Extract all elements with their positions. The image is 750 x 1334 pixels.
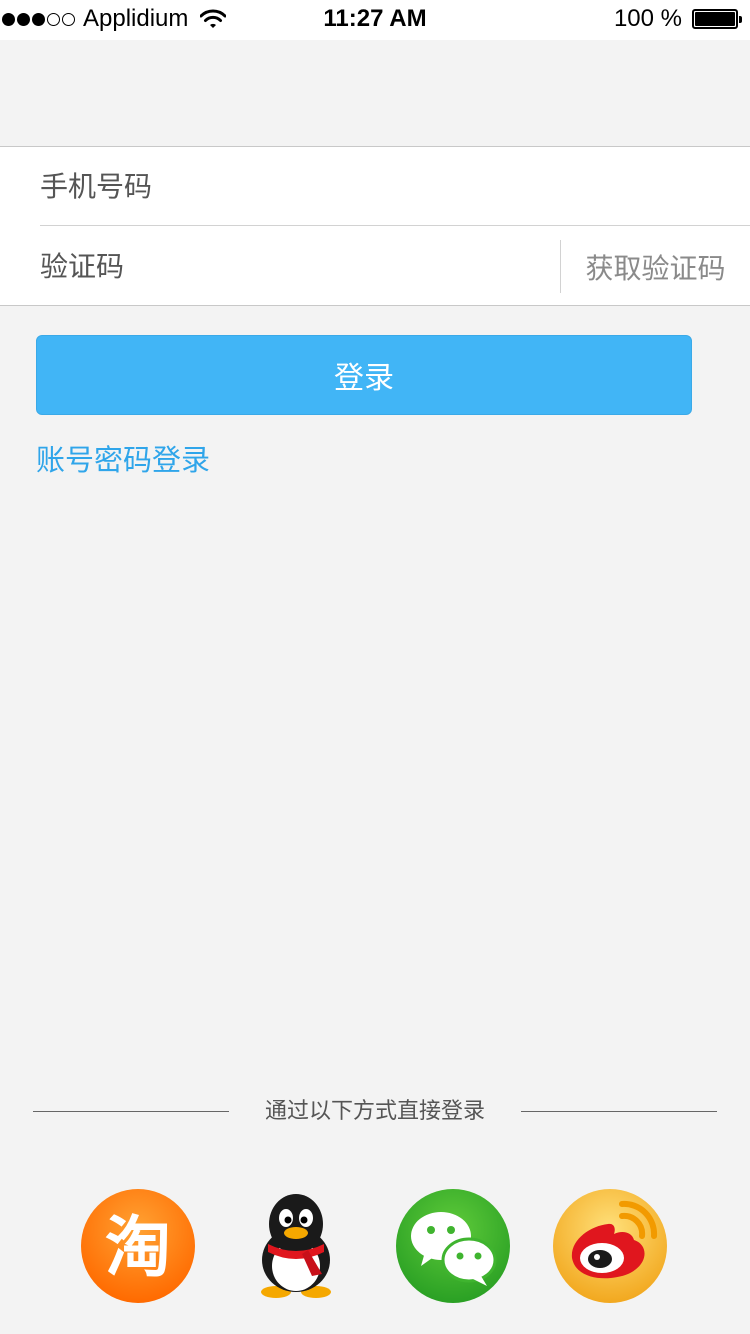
code-row: 获取验证码 (0, 227, 750, 306)
weibo-icon (553, 1189, 667, 1303)
row-divider (40, 225, 750, 226)
get-code-button[interactable]: 获取验证码 (561, 227, 750, 306)
battery-fill (695, 12, 735, 26)
status-right: 100 % (613, 4, 742, 34)
login-form: 获取验证码 (0, 146, 750, 306)
divider-line-left (33, 1111, 229, 1112)
social-login-caption: 通过以下方式直接登录 (264, 1099, 485, 1124)
verification-code-input[interactable] (40, 227, 540, 306)
battery-percentage: 100 % (613, 5, 682, 32)
wechat-login-button[interactable] (395, 1188, 511, 1304)
phone-number-input[interactable] (40, 147, 730, 226)
taobao-login-button[interactable]: 淘 (80, 1188, 196, 1304)
weibo-login-button[interactable] (552, 1188, 668, 1304)
account-password-login-link[interactable]: 账号密码登录 (36, 438, 210, 482)
divider-line-right (521, 1111, 717, 1112)
qq-icon (261, 1194, 331, 1298)
battery-icon (692, 9, 742, 29)
status-bar: Applidium 11:27 AM 100 % (0, 0, 750, 40)
qq-login-button[interactable] (238, 1188, 354, 1304)
wechat-icon (396, 1189, 510, 1303)
taobao-icon: 淘 (81, 1189, 195, 1303)
taobao-glyph: 淘 (105, 1209, 171, 1286)
social-login-divider: 通过以下方式直接登录 (0, 1097, 750, 1127)
phone-row (0, 147, 750, 226)
login-button[interactable]: 登录 (36, 335, 692, 415)
